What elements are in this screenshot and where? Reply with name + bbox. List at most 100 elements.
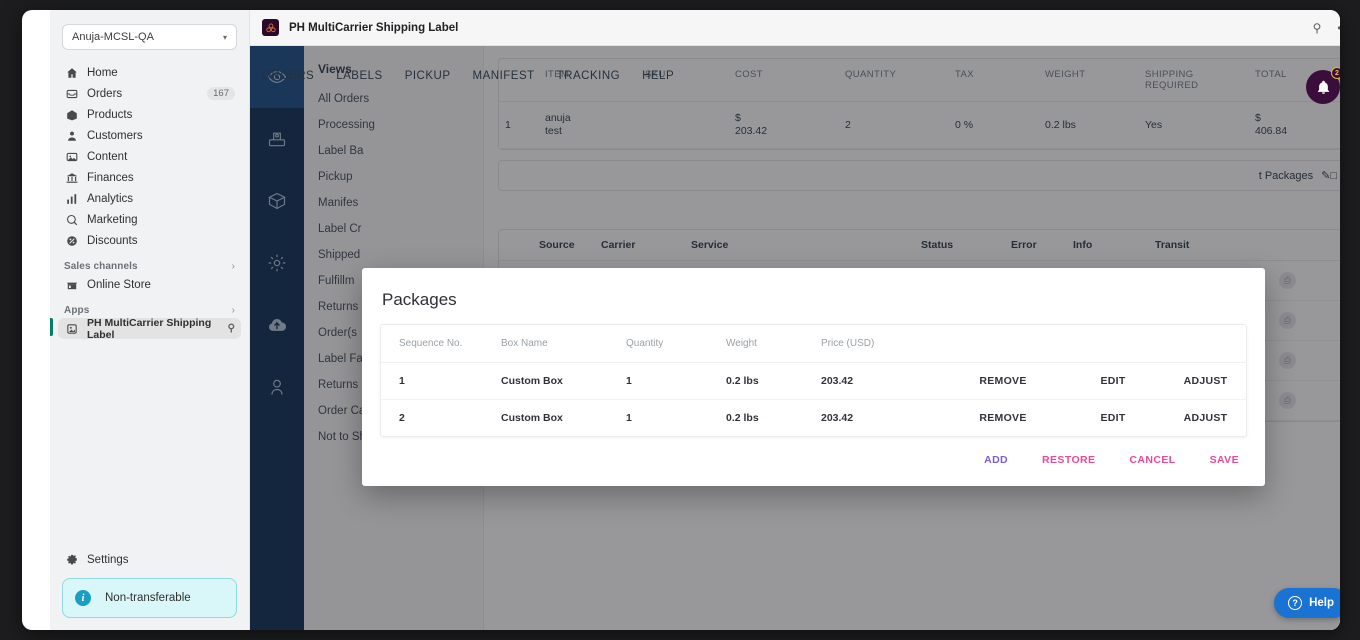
col-remove [951,325,1061,363]
packages-table: Sequence No. Box Name Quantity Weight Pr… [381,325,1246,436]
col-edit [1061,325,1171,363]
sidebar-item-finances[interactable]: Finances [58,167,241,188]
products-icon [64,107,79,122]
app-logo-icon [262,19,279,36]
chevron-down-icon: ▾ [222,32,227,42]
sidebar-item-analytics[interactable]: Analytics [58,188,241,209]
sidebar-item-label: Home [87,66,118,79]
sidebar-item-label: Online Store [87,278,151,291]
sidebar-item-label: Customers [87,129,143,142]
orders-icon [64,86,79,101]
col-quantity: Quantity [626,325,726,363]
settings-row: Settings [50,549,249,570]
orders-count-badge: 167 [207,87,235,100]
sidebar-item-label: PH MultiCarrier Shipping Label [87,316,212,341]
gear-icon [64,552,79,567]
nav-orders[interactable]: ORDERS [262,70,314,82]
non-transferable-label: Non-transferable [105,592,191,604]
app-title: PH MultiCarrier Shipping Label [289,21,459,34]
app-body: Views All Orders Processing Label Ba Pic… [250,46,1340,630]
store-selector-label: Anuja-MCSL-QA [72,31,154,43]
sidebar-item-ph-multicarrier-shipping-label[interactable]: PH MultiCarrier Shipping Label ⚲ [58,316,241,341]
chevron-right-icon: › [231,305,235,316]
packages-body: 1 Custom Box 1 0.2 lbs 203.42 REMOVE EDIT ADJUS… [381,362,1246,437]
edit-button[interactable]: EDIT [1061,362,1171,400]
app-icon [64,321,79,336]
app-topbar: PH MultiCarrier Shipping Label ⚲ ••• [250,10,1340,46]
sidebar-item-discounts[interactable]: Discounts [58,230,241,251]
nav-labels[interactable]: LABELS [336,70,382,82]
apps-header[interactable]: Apps › [64,305,235,316]
store-icon [64,277,79,292]
info-icon: i [75,590,91,606]
adjust-button[interactable]: ADJUST [1171,400,1246,437]
analytics-icon [64,191,79,206]
add-button[interactable]: ADD [984,454,1008,466]
sidebar-item-settings[interactable]: Settings [58,549,241,570]
cell-price: 203.42 [821,362,951,400]
sidebar-item-label: Discounts [87,234,138,247]
table-row: 2 Custom Box 1 0.2 lbs 203.42 REMOVE EDIT ADJUS… [381,400,1246,437]
remove-button[interactable]: REMOVE [951,400,1061,437]
sidebar-item-online-store[interactable]: Online Store [58,274,241,295]
content-icon [64,149,79,164]
cell-box-name: Custom Box [501,362,626,400]
selected-indicator [50,318,53,336]
col-weight: Weight [726,325,821,363]
admin-sidebar: Anuja-MCSL-QA ▾ Home Orders 167 Products… [50,10,250,630]
packages-table-card: Sequence No. Box Name Quantity Weight Pr… [380,324,1247,437]
remove-button[interactable]: REMOVE [951,362,1061,400]
packages-modal: Packages Sequence No. Box Name Quantity … [362,268,1265,486]
cell-sequence-no: 1 [381,362,501,400]
adjust-button[interactable]: ADJUST [1171,362,1246,400]
nav-pickup[interactable]: PICKUP [405,70,451,82]
marketing-icon [64,212,79,227]
sales-channels-label: Sales channels [64,261,138,272]
sidebar-item-home[interactable]: Home [58,62,241,83]
sidebar-item-orders[interactable]: Orders 167 [58,83,241,104]
sidebar-item-customers[interactable]: Customers [58,125,241,146]
browser-window: Anuja-MCSL-QA ▾ Home Orders 167 Products… [22,10,1340,630]
customers-icon [64,128,79,143]
sidebar-item-label: Orders [87,87,123,100]
bell-icon [1317,80,1329,94]
pin-icon[interactable]: ⚲ [1313,21,1322,35]
modal-title: Packages [382,290,457,309]
col-sequence-no: Sequence No. [381,325,501,363]
sidebar-item-label: Products [87,108,133,121]
sidebar-item-content[interactable]: Content [58,146,241,167]
notification-badge: 2 [1331,67,1340,79]
cell-quantity: 1 [626,412,632,424]
edit-button[interactable]: EDIT [1061,400,1171,437]
embedded-app-region: PH MultiCarrier Shipping Label ⚲ ••• [250,10,1340,630]
modal-footer: ADD RESTORE CANCEL SAVE [380,437,1247,466]
question-icon: ? [1288,596,1303,610]
more-options-icon[interactable]: ••• [1337,21,1340,35]
save-button[interactable]: SAVE [1210,454,1239,466]
help-label: Help [1309,597,1334,609]
nav-manifest[interactable]: MANIFEST [473,70,535,82]
cell-price: 203.42 [821,412,854,424]
nav-tracking[interactable]: TRACKING [557,70,620,82]
pin-icon[interactable]: ⚲ [228,323,235,334]
finances-icon [64,170,79,185]
col-price-usd: Price (USD) [821,325,951,363]
table-row: 1 Custom Box 1 0.2 lbs 203.42 REMOVE EDIT ADJUS… [381,362,1246,400]
nav-help[interactable]: HELP [642,70,674,82]
non-transferable-banner[interactable]: i Non-transferable [62,578,237,618]
cancel-button[interactable]: CANCEL [1129,454,1175,466]
cell-box-name: Custom Box [501,412,563,424]
cell-weight: 0.2 lbs [726,362,821,400]
store-selector[interactable]: Anuja-MCSL-QA ▾ [62,24,237,50]
sidebar-item-label: Settings [87,553,129,566]
sidebar-item-products[interactable]: Products [58,104,241,125]
help-button[interactable]: ? Help [1274,588,1340,618]
table-header-row: Sequence No. Box Name Quantity Weight Pr… [381,325,1246,363]
notification-bell-button[interactable]: 2 [1306,67,1340,104]
col-adjust [1171,325,1246,363]
restore-button[interactable]: RESTORE [1042,454,1095,466]
apps-label: Apps [64,305,90,316]
sales-channels-header[interactable]: Sales channels › [64,261,235,272]
sidebar-item-marketing[interactable]: Marketing [58,209,241,230]
discounts-icon [64,233,79,248]
